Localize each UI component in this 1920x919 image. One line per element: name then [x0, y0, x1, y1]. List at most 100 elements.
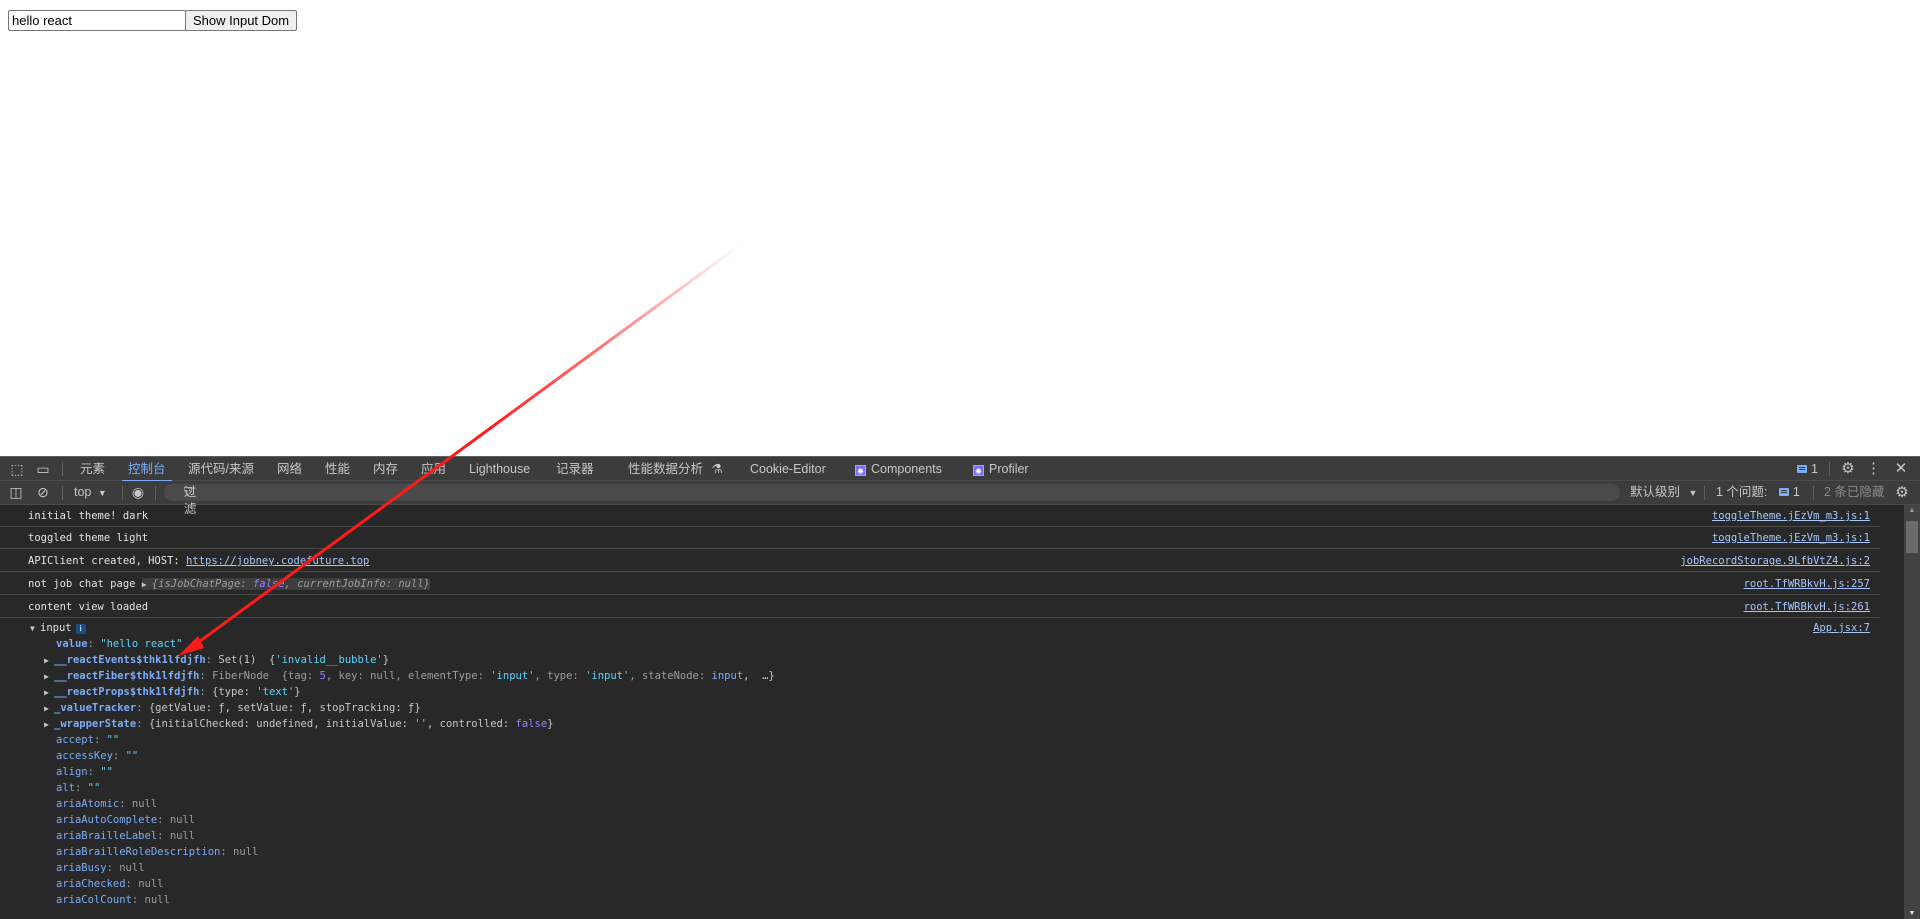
show-input-dom-button[interactable]: Show Input Dom [185, 10, 298, 31]
property-row[interactable]: ▶ __reactEvents$thk1lfdjfh: Set(1) {'inva… [44, 652, 389, 668]
colon: : [106, 862, 120, 874]
expand-triangle-icon[interactable]: ▶ [44, 701, 54, 717]
expand-triangle-icon[interactable]: ▶ [142, 574, 152, 596]
message-text: initial theme! dark [28, 510, 149, 522]
property-key: ariaBrailleRoleDescription [56, 846, 221, 858]
message-text: toggled theme light [28, 532, 149, 544]
console-message: initial theme! dark toggleTheme.jEzVm_m3… [0, 505, 1880, 527]
expand-triangle-icon[interactable]: ▶ [44, 653, 54, 669]
property-preview: FiberNode {tag: [212, 670, 320, 682]
tab-recorder[interactable]: 记录器 [556, 457, 594, 481]
tab-lighthouse[interactable]: Lighthouse [469, 457, 530, 481]
source-link[interactable]: toggleTheme.jEzVm_m3.js:1 [1712, 505, 1870, 527]
scroll-up-arrow-icon[interactable]: ▲ [1904, 507, 1920, 514]
property-value: '' [414, 718, 428, 730]
property-preview: {getValue: ƒ, setValue: ƒ, stopTracking:… [148, 702, 421, 714]
divider [62, 462, 63, 476]
tab-cookie-editor[interactable]: Cookie-Editor [750, 457, 826, 481]
source-link[interactable]: root.TfWRBkvH.js:261 [1744, 596, 1870, 618]
close-icon[interactable]: ✕ [1892, 457, 1910, 481]
property-key: value [56, 638, 88, 650]
tab-memory[interactable]: 内存 [373, 457, 398, 481]
property-key: _wrapperState [54, 718, 137, 730]
object-key: , currentJobInfo: [284, 578, 399, 590]
host-url-link[interactable]: https://jobney.codefuture.top [186, 555, 369, 567]
expand-triangle-icon[interactable]: ▶ [44, 669, 54, 685]
source-link[interactable]: jobRecordStorage.9LfbVtZ4.js:2 [1680, 550, 1870, 572]
colon: : [157, 830, 170, 842]
text-input[interactable] [8, 10, 186, 31]
flask-icon: ⚗ [711, 462, 723, 476]
input-object-header[interactable]: ▼ input i [30, 620, 86, 636]
console-message: toggled theme light toggleTheme.jEzVm_m3… [0, 527, 1880, 549]
console-settings-gear-icon[interactable]: ⚙ [1892, 481, 1912, 504]
property-row[interactable]: ▶ _valueTracker: {getValue: ƒ, setValue: … [44, 700, 421, 716]
scroll-down-arrow-icon[interactable]: ▼ [1904, 910, 1920, 917]
colon: : [112, 750, 126, 762]
message-icon [1778, 488, 1789, 496]
console-scrollbar[interactable]: ▲ ▼ [1904, 505, 1920, 919]
more-options-icon[interactable]: ⋮ [1866, 457, 1881, 481]
tab-components[interactable]: ✺ Components [855, 457, 942, 481]
property-preview: , type: [534, 670, 586, 682]
message-text: content view loaded [28, 601, 149, 613]
console-message: APIClient created, HOST: https://jobney.… [0, 550, 1880, 572]
property-row[interactable]: ▶ _wrapperState: {initialChecked: undefin… [44, 716, 553, 732]
tab-application[interactable]: 应用 [421, 457, 446, 481]
tab-performance-insights[interactable]: 性能数据分析 ⚗ [628, 457, 723, 481]
inspect-element-icon[interactable]: ⬚ [8, 457, 26, 481]
scrollbar-thumb[interactable] [1906, 521, 1918, 553]
tab-sources[interactable]: 源代码/来源 [188, 457, 254, 481]
source-link[interactable]: toggleTheme.jEzVm_m3.js:1 [1712, 527, 1870, 549]
issues-badge-count: 1 [1811, 462, 1818, 476]
tab-network[interactable]: 网络 [277, 457, 302, 481]
issues-counter[interactable]: 1 个问题: 1 [1716, 481, 1800, 504]
collapse-triangle-icon[interactable]: ▼ [30, 621, 40, 637]
object-label: input [40, 622, 72, 634]
tab-profiler[interactable]: ✺ Profiler [973, 457, 1029, 481]
divider [155, 486, 156, 500]
property-key: accept [56, 734, 94, 746]
property-row: align: "" [56, 764, 113, 780]
source-link[interactable]: root.TfWRBkvH.js:257 [1744, 573, 1870, 595]
info-icon[interactable]: i [75, 624, 86, 634]
expand-triangle-icon[interactable]: ▶ [44, 717, 54, 733]
console-messages: initial theme! dark toggleTheme.jEzVm_m3… [0, 505, 1904, 919]
tab-elements[interactable]: 元素 [80, 457, 105, 481]
devtools-tabbar: ⬚ ▭ 元素 控制台 源代码/来源 网络 性能 内存 应用 Lighthouse… [0, 456, 1920, 482]
property-brace: } [294, 686, 301, 698]
object-preview[interactable]: ▶ {isJobChatPage: false, currentJobInfo: … [141, 578, 430, 590]
message-text: APIClient created, HOST: https://jobney.… [28, 550, 369, 572]
property-row[interactable]: ▶ __reactProps$thk1lfdjfh: {type: 'text'} [44, 684, 301, 700]
object-value: false [252, 578, 285, 590]
colon: : [125, 878, 139, 890]
filter-input[interactable]: ⛉ 过滤 [164, 484, 1620, 516]
property-key: __reactEvents$thk1lfdjfh [54, 654, 206, 666]
property-row[interactable]: ▶ __reactFiber$thk1lfdjfh: FiberNode {tag… [44, 668, 775, 684]
property-value: null [144, 894, 170, 906]
issues-badge[interactable]: 1 [1797, 457, 1818, 481]
sidebar-toggle-icon[interactable]: ◫ [7, 481, 25, 504]
device-toolbar-icon[interactable]: ▭ [34, 457, 52, 481]
tab-performance[interactable]: 性能 [325, 457, 350, 481]
colon: : [93, 734, 107, 746]
property-brace: , …} [743, 670, 775, 682]
log-level-dropdown[interactable]: 默认级别 ▼ [1630, 481, 1697, 505]
clear-console-icon[interactable]: ⊘ [34, 481, 52, 504]
tab-console[interactable]: 控制台 [122, 457, 171, 482]
context-selector[interactable]: top ▼ [74, 481, 107, 505]
source-link[interactable]: App.jsx:7 [1813, 619, 1870, 637]
colon: : [87, 766, 101, 778]
console-message: not job chat page ▶ {isJobChatPage: false… [0, 573, 1880, 595]
live-expression-eye-icon[interactable]: ◉ [127, 481, 149, 504]
settings-gear-icon[interactable]: ⚙ [1838, 457, 1858, 481]
expand-triangle-icon[interactable]: ▶ [44, 685, 54, 701]
property-key: __reactFiber$thk1lfdjfh [54, 670, 200, 682]
console-toolbar: ◫ ⊘ top ▼ ◉ ⛉ 过滤 默认级别 ▼ 1 个问题: 1 2 条已隐藏 ⚙ [0, 481, 1920, 516]
property-row: accept: "" [56, 732, 119, 748]
property-value: 'input' [585, 670, 630, 682]
colon: : [131, 894, 145, 906]
property-key: __reactProps$thk1lfdjfh [54, 686, 200, 698]
devtools-panel: ⬚ ▭ 元素 控制台 源代码/来源 网络 性能 内存 应用 Lighthouse… [0, 456, 1920, 919]
issues-count: 1 [1792, 485, 1800, 499]
